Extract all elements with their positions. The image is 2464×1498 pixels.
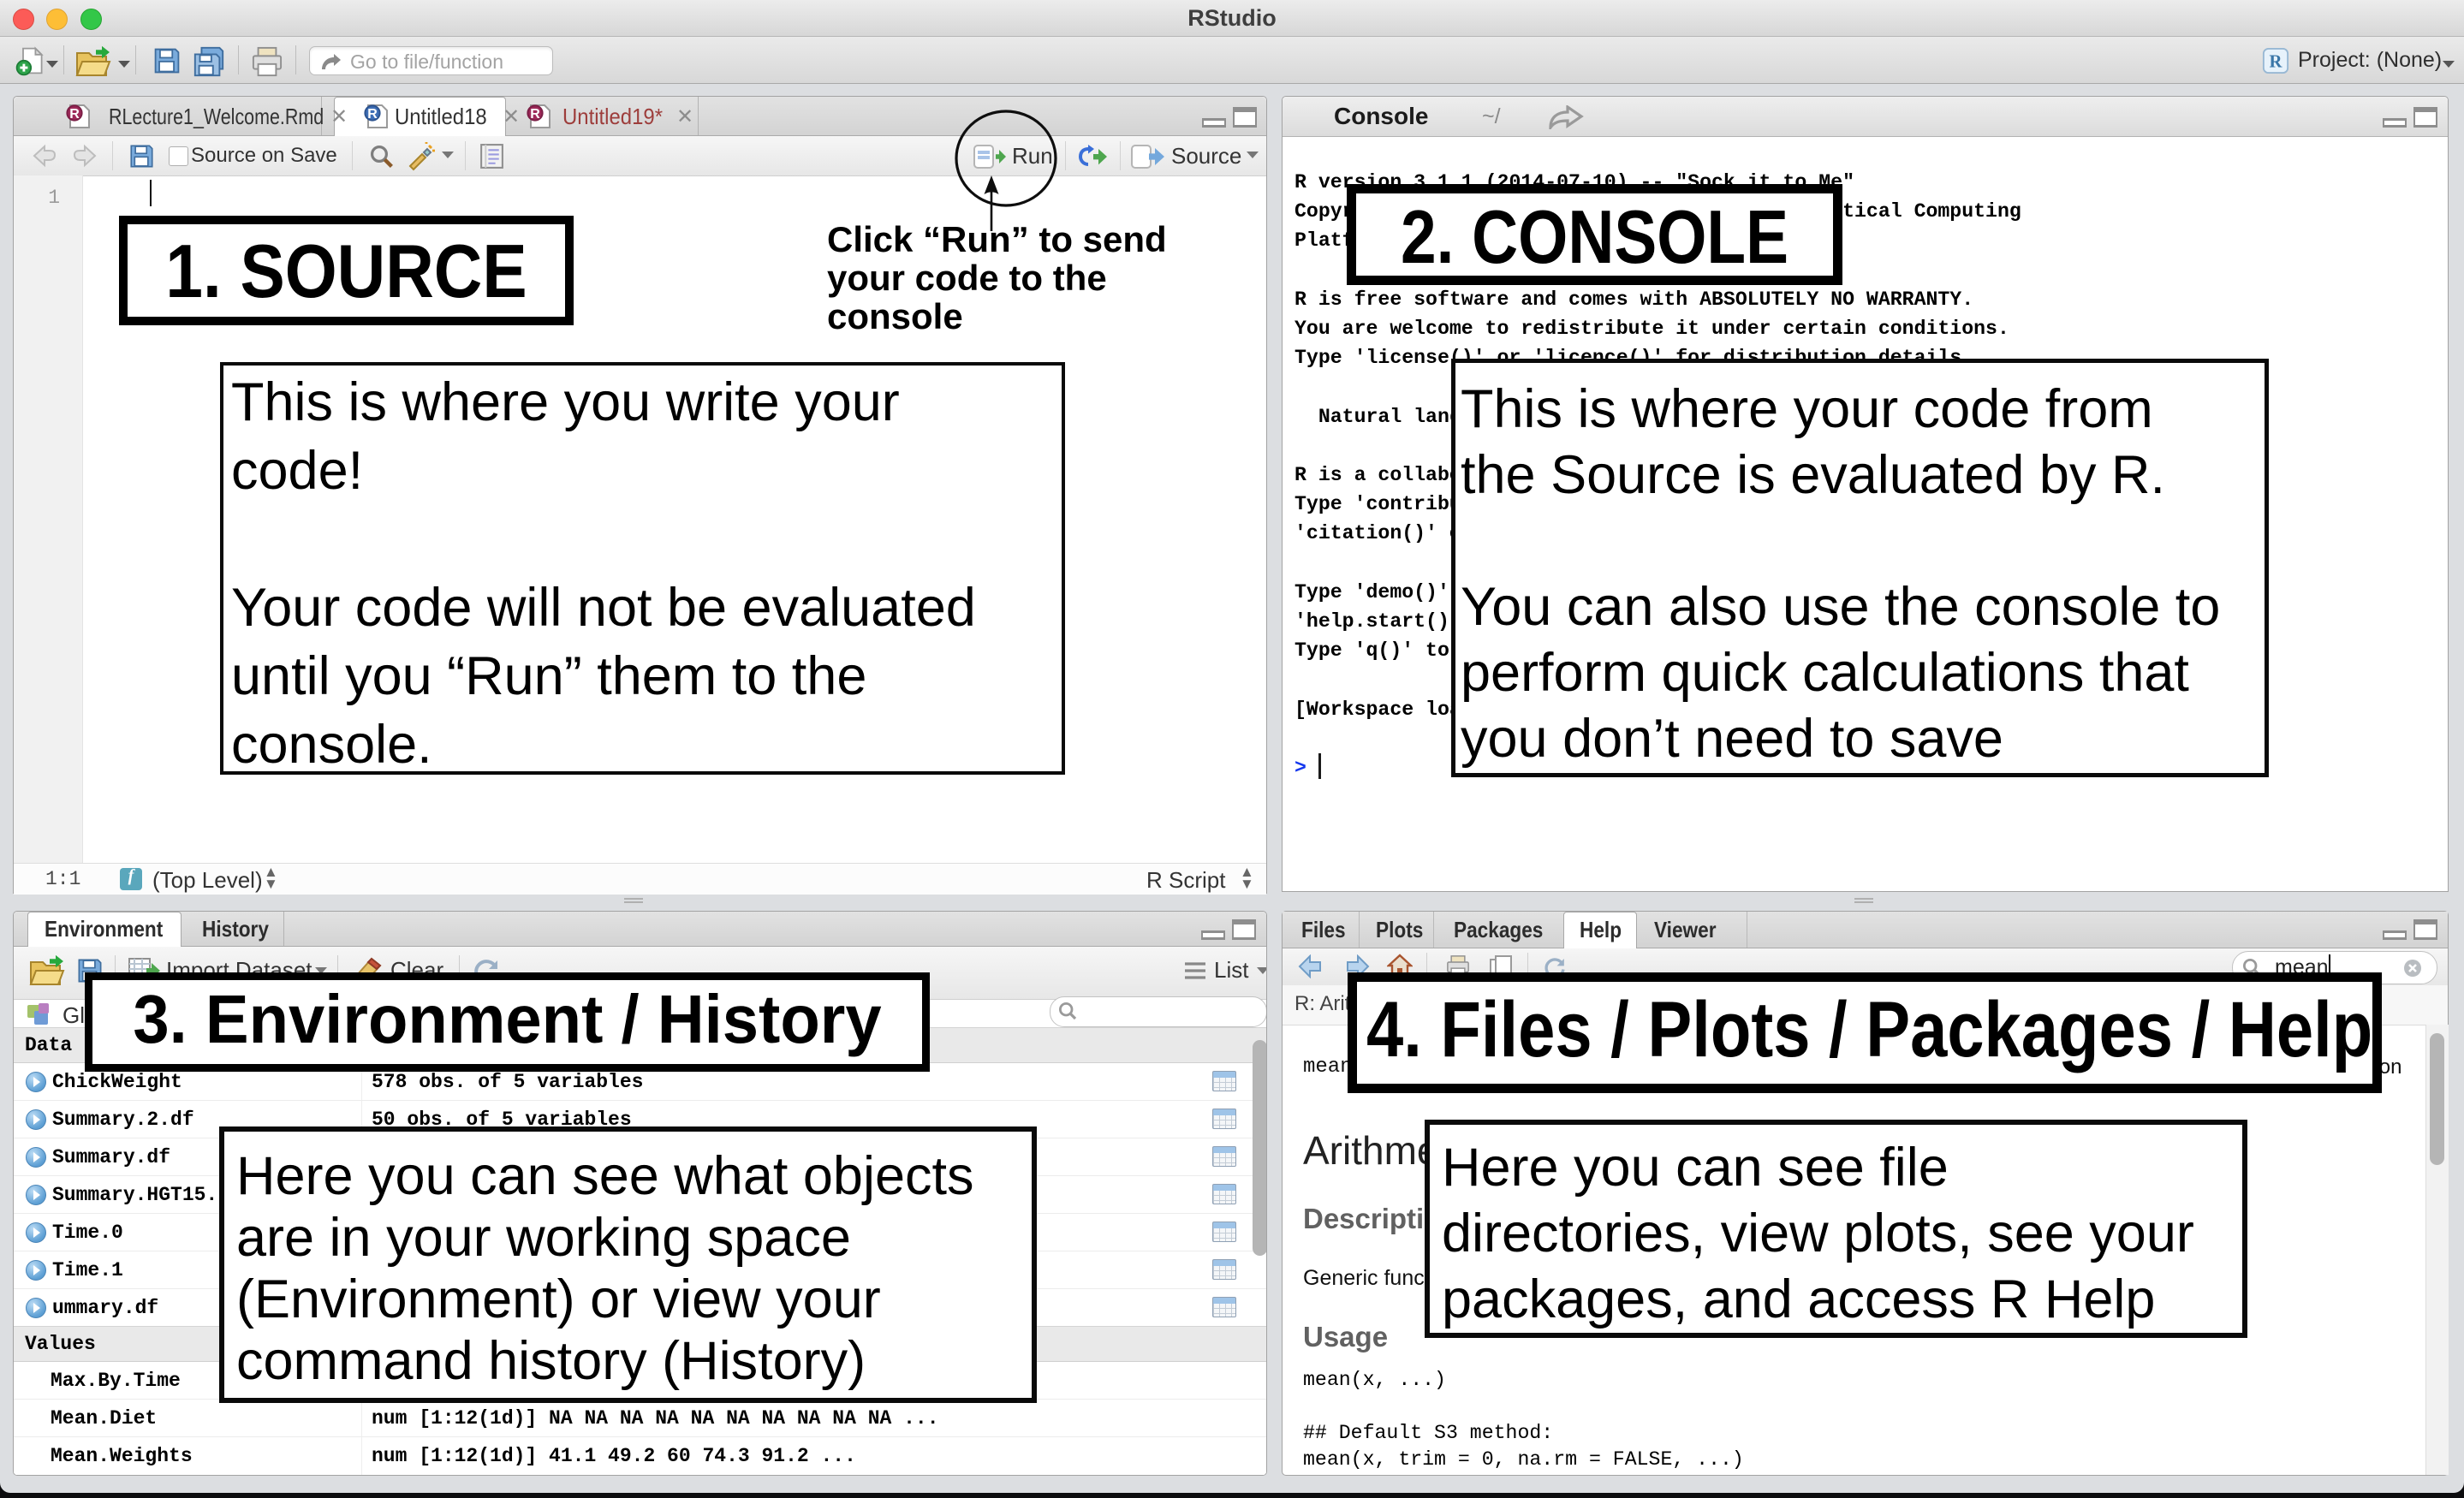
svg-text:R: R [2270,53,2283,72]
svg-text:R: R [530,107,540,122]
svg-text:R: R [367,107,378,122]
svg-text:R: R [69,107,80,122]
